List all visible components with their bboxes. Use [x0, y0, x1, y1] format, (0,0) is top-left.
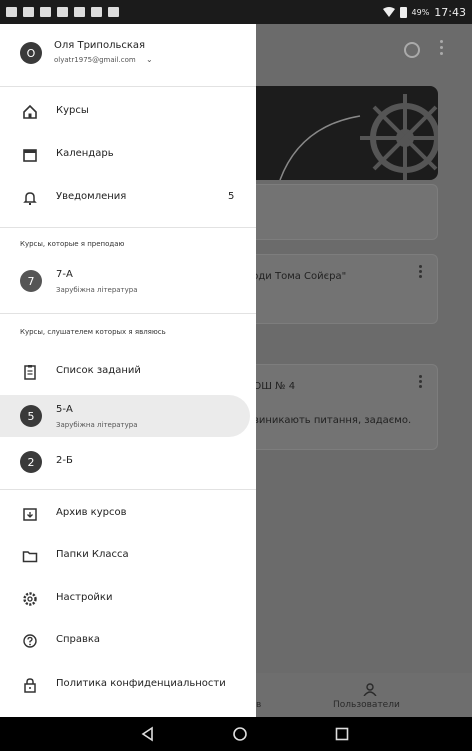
menu-item-calendar[interactable]: Календарь: [0, 135, 256, 175]
menu-item-label: Политика конфиденциальности: [56, 678, 226, 689]
calendar-icon: [23, 149, 37, 162]
assignment-list-icon: [24, 365, 36, 380]
notification-icon: [91, 7, 102, 17]
notification-icons: [6, 7, 119, 17]
account-avatar: О: [20, 42, 42, 64]
home-button-icon[interactable]: [232, 726, 248, 742]
more-vert-icon: [419, 265, 422, 280]
stream-card: годи Тома Сойєра": [240, 254, 438, 324]
menu-item-label: Уведомления: [56, 191, 127, 202]
divider: [0, 313, 256, 314]
notification-icon: [108, 7, 119, 17]
archive-icon: [23, 508, 37, 521]
course-subject: Зарубіжна література: [56, 421, 138, 429]
menu-item-label: Настройки: [56, 592, 113, 603]
lock-icon: [24, 678, 36, 693]
menu-item-courses[interactable]: Курсы: [0, 92, 256, 132]
course-avatar: 2: [20, 451, 42, 473]
stream-card: [240, 184, 438, 240]
menu-item-label: Папки Класса: [56, 549, 129, 560]
more-vert-icon: [419, 375, 422, 390]
menu-item-label: Календарь: [56, 148, 114, 159]
system-nav-bar: [0, 717, 472, 751]
bell-icon: [23, 192, 37, 205]
course-name: 2-Б: [56, 455, 73, 466]
menu-item-archive[interactable]: Архив курсов: [0, 494, 256, 534]
menu-item-label: Список заданий: [56, 365, 141, 376]
notification-icon: [40, 7, 51, 17]
course-name: 5-А: [56, 404, 73, 415]
menu-item-label: Курсы: [56, 105, 89, 116]
battery-icon: [399, 6, 407, 18]
account-header[interactable]: О Оля Трипольская olyatr1975@gmail.com ⌄: [0, 24, 256, 84]
tab-users-label: Пользователи: [333, 700, 400, 710]
menu-item-settings[interactable]: Настройки: [0, 579, 256, 619]
course-item-2b[interactable]: 2 2-Б: [0, 441, 256, 483]
battery-percent: 49%: [411, 7, 430, 17]
section-title-teaching: Курсы, которые я преподаю: [20, 240, 125, 248]
menu-item-privacy[interactable]: Политика конфиденциальности: [0, 665, 256, 705]
course-name: 7-А: [56, 269, 73, 280]
course-item-5a[interactable]: 5 5-А Зарубіжна література: [0, 395, 250, 437]
menu-item-folders[interactable]: Папки Класса: [0, 536, 256, 576]
info-icon: [404, 42, 420, 58]
course-item-7a[interactable]: 7 7-А Зарубіжна література: [0, 260, 256, 302]
account-email: olyatr1975@gmail.com: [54, 56, 136, 64]
notification-icon: [57, 7, 68, 17]
notification-icon: [6, 7, 17, 17]
menu-item-label: Справка: [56, 634, 101, 645]
status-bar: 49% 17:43: [0, 0, 472, 24]
notification-icon: [23, 7, 34, 17]
settings-icon: [23, 592, 37, 606]
divider: [0, 227, 256, 228]
menu-item-todo[interactable]: Список заданий: [0, 352, 256, 392]
class-banner: [240, 86, 438, 180]
account-name: Оля Трипольская: [54, 40, 146, 51]
recent-apps-icon[interactable]: [334, 726, 350, 742]
notifications-count: 5: [228, 191, 235, 202]
divider: [0, 86, 256, 87]
ship-wheel-illustration: [279, 94, 438, 180]
clock: 17:43: [434, 5, 466, 19]
folder-icon: [22, 551, 38, 563]
users-icon: [363, 683, 377, 696]
menu-item-label: Архив курсов: [56, 507, 127, 518]
navigation-drawer: О Оля Трипольская olyatr1975@gmail.com ⌄…: [0, 24, 256, 717]
divider: [0, 489, 256, 490]
help-icon: [23, 634, 37, 648]
notification-icon: [74, 7, 85, 17]
wifi-icon: [382, 7, 395, 17]
menu-item-notifications[interactable]: Уведомления 5: [0, 178, 256, 218]
stream-card: ЗОШ № 4 і виникають питання, задаємо.: [240, 364, 438, 450]
tab-label: в: [256, 700, 262, 710]
section-title-enrolled: Курсы, слушателем которых я являюсь: [20, 328, 166, 336]
more-vert-icon: [440, 40, 444, 58]
card-text: годи Тома Сойєра": [247, 271, 347, 282]
menu-item-help[interactable]: Справка: [0, 621, 256, 661]
course-avatar: 7: [20, 270, 42, 292]
back-icon[interactable]: [140, 726, 156, 742]
card-text: і виникають питання, задаємо.: [247, 415, 412, 426]
course-avatar: 5: [20, 405, 42, 427]
chevron-down-icon[interactable]: ⌄: [146, 55, 153, 64]
home-icon: [23, 104, 37, 119]
course-subject: Зарубіжна література: [56, 286, 138, 294]
